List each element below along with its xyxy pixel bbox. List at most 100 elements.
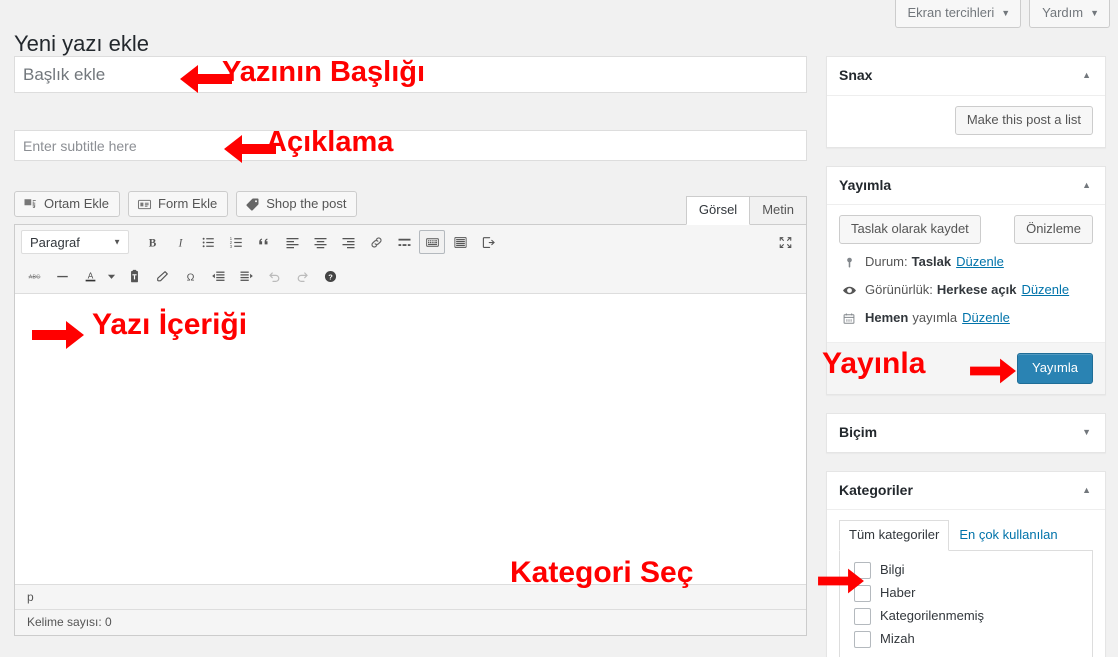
format-box: Biçim ▼ (826, 413, 1106, 453)
blockquote-icon[interactable] (251, 230, 277, 254)
editor-column: Ortam Ekle Form Ekle (14, 56, 807, 636)
add-media-button[interactable]: Ortam Ekle (14, 191, 121, 217)
category-item[interactable]: Haber (854, 582, 1084, 605)
page-break-icon[interactable] (447, 230, 473, 254)
clear-formatting-icon[interactable] (149, 264, 175, 288)
svg-text:ABC: ABC (28, 274, 40, 280)
align-left-icon[interactable] (279, 230, 305, 254)
italic-icon[interactable]: I (167, 230, 193, 254)
editor-box: Paragraf ▼ B I 1 2 3 ABC A Ω ? p Kelime … (14, 224, 807, 636)
read-more-icon[interactable] (391, 230, 417, 254)
chevron-up-icon[interactable]: ▲ (1080, 484, 1093, 497)
post-title-input[interactable] (14, 56, 807, 93)
tab-most-used-categories[interactable]: En çok kullanılan (949, 520, 1067, 551)
publish-box-title: Yayımla (839, 176, 892, 193)
insert-link-icon[interactable] (363, 230, 389, 254)
screen-options-button[interactable]: Ekran tercihleri ▼ (894, 0, 1022, 28)
svg-text:I: I (177, 237, 183, 249)
toolbar-toggle-icon[interactable] (419, 230, 445, 254)
post-status-label: Durum: (865, 254, 908, 270)
post-status-row: Durum: Taslak Düzenle (839, 248, 1093, 276)
media-buttons-row: Ortam Ekle Form Ekle Shop the post Görse… (14, 189, 807, 225)
category-item[interactable]: Kategorilenmemiş (854, 605, 1084, 628)
edit-schedule-link[interactable]: Düzenle (962, 309, 1010, 327)
special-character-icon[interactable]: Ω (177, 264, 203, 288)
publish-top-actions: Taslak olarak kaydet Önizleme (827, 205, 1105, 246)
category-checkbox[interactable] (854, 607, 871, 625)
category-checkbox[interactable] (854, 561, 871, 579)
chevron-down-icon: ▼ (1001, 7, 1011, 18)
svg-text:?: ? (328, 272, 333, 281)
chevron-down-icon[interactable]: ▼ (1080, 426, 1093, 439)
eye-icon (839, 283, 859, 298)
text-color-icon[interactable]: A (77, 264, 103, 288)
numbered-list-icon[interactable]: 1 2 3 (223, 230, 249, 254)
categories-list[interactable]: Bilgi Haber Kategorilenmemiş Mizah (839, 551, 1093, 657)
distraction-free-icon[interactable] (475, 230, 501, 254)
preview-button[interactable]: Önizleme (1014, 215, 1093, 245)
publish-actions-bar: Yayımla (827, 342, 1105, 395)
editor-toolbar: Paragraf ▼ B I 1 2 3 ABC A Ω ? (15, 225, 806, 294)
edit-status-link[interactable]: Düzenle (956, 253, 1004, 271)
svg-text:A: A (87, 271, 93, 280)
category-item[interactable]: Bilgi (854, 559, 1084, 582)
snax-box: Snax ▲ Make this post a list (826, 56, 1106, 148)
align-right-icon[interactable] (335, 230, 361, 254)
snax-box-body: Make this post a list (827, 96, 1105, 147)
text-color-caret-icon[interactable] (103, 264, 119, 288)
editor-content-area[interactable] (15, 294, 806, 584)
publish-misc-actions: Durum: Taslak Düzenle Görünürlük: Herkes… (827, 246, 1105, 342)
indent-icon[interactable] (233, 264, 259, 288)
strikethrough-icon[interactable]: ABC (21, 264, 47, 288)
tab-visual[interactable]: Görsel (685, 196, 751, 225)
expand-icon[interactable] (772, 230, 798, 254)
chevron-down-icon: ▼ (1090, 7, 1099, 18)
edit-visibility-link[interactable]: Düzenle (1021, 281, 1069, 299)
tab-all-categories[interactable]: Tüm kategoriler (839, 520, 950, 552)
make-post-a-list-button[interactable]: Make this post a list (954, 105, 1093, 135)
outdent-icon[interactable] (205, 264, 231, 288)
bold-icon[interactable]: B (139, 230, 165, 254)
chevron-up-icon[interactable]: ▲ (1080, 179, 1093, 192)
paragraph-format-select-wrap: Paragraf ▼ (21, 230, 129, 254)
post-schedule-suffix: yayımla (912, 310, 958, 326)
horizontal-rule-icon[interactable] (49, 264, 75, 288)
editor-wrap: Ortam Ekle Form Ekle Shop the post Görse… (14, 189, 807, 636)
category-item[interactable]: Mizah (854, 628, 1084, 651)
post-visibility-row: Görünürlük: Herkese açık Düzenle (839, 276, 1093, 304)
publish-box-header: Yayımla ▲ (827, 167, 1105, 206)
align-center-icon[interactable] (307, 230, 333, 254)
category-label: Kategorilenmemiş (880, 608, 985, 624)
undo-icon[interactable] (261, 264, 287, 288)
publish-button[interactable]: Yayımla (1017, 353, 1093, 385)
bulleted-list-icon[interactable] (195, 230, 221, 254)
category-checkbox[interactable] (854, 630, 871, 648)
format-box-title: Biçim (839, 424, 878, 441)
paragraph-format-select[interactable]: Paragraf (21, 230, 129, 254)
category-checkbox[interactable] (854, 584, 871, 602)
chevron-up-icon[interactable]: ▲ (1080, 69, 1093, 82)
paste-as-text-icon[interactable] (121, 264, 147, 288)
tab-text[interactable]: Metin (749, 196, 807, 224)
post-subtitle-input[interactable] (14, 130, 807, 161)
categories-box: Kategoriler ▲ Tüm kategoriler En çok kul… (826, 470, 1106, 657)
add-form-button[interactable]: Form Ekle (128, 191, 229, 217)
screen-meta-links: Ekran tercihleri ▼ Yardım ▼ (894, 0, 1110, 28)
shop-the-post-button[interactable]: Shop the post (236, 191, 358, 217)
calendar-icon (839, 311, 859, 326)
format-box-header: Biçim ▼ (827, 414, 1105, 452)
help-label: Yardım (1042, 5, 1084, 20)
redo-icon[interactable] (289, 264, 315, 288)
categories-box-body: Tüm kategoriler En çok kullanılan Bilgi … (827, 510, 1105, 657)
sidebar-column: Snax ▲ Make this post a list Yayımla ▲ T… (826, 56, 1106, 657)
editor-mode-tabs: Görsel Metin (685, 196, 807, 225)
pin-icon (839, 255, 859, 270)
category-label: Mizah (880, 631, 915, 647)
svg-text:3: 3 (229, 243, 232, 248)
help-button[interactable]: Yardım ▼ (1029, 0, 1110, 28)
post-schedule-row: Hemen yayımla Düzenle (839, 304, 1093, 332)
save-draft-button[interactable]: Taslak olarak kaydet (839, 215, 981, 245)
toolbar-row-2: ABC A Ω ? (15, 259, 806, 293)
keyboard-help-icon[interactable]: ? (317, 264, 343, 288)
shop-the-post-label: Shop the post (266, 196, 347, 211)
